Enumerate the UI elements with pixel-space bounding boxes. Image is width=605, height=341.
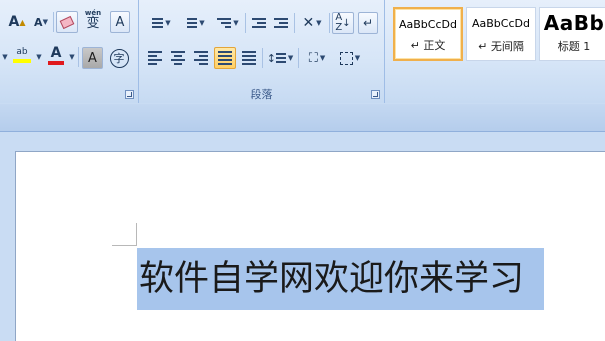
enclose-characters-button[interactable]: 字 <box>108 47 130 69</box>
style-sample: AaBbCcDd <box>472 17 530 30</box>
justify-icon <box>218 51 232 65</box>
align-right-icon <box>194 51 208 65</box>
justify-button[interactable] <box>214 47 236 69</box>
align-center-button[interactable] <box>168 47 188 69</box>
numbering-icon <box>183 18 198 28</box>
distributed-button[interactable] <box>239 47 259 69</box>
style-name: 标题 1 <box>557 40 591 53</box>
paragraph-group-label: 段落 <box>250 88 273 101</box>
margin-corner-mark <box>136 223 137 246</box>
paragraph-mark-icon: ↵ <box>362 16 374 30</box>
styles-group: AaBbCcDd ↵ 正文 AaBbCcDd ↵ 无间隔 AaBb 标题 1 <box>385 0 605 103</box>
borders-icon <box>339 51 353 65</box>
highlight-color-button[interactable]: ab <box>10 44 34 66</box>
document-page[interactable] <box>15 151 605 341</box>
font-color-dropdown[interactable]: ▼ <box>67 46 75 68</box>
style-normal[interactable]: AaBbCcDd ↵ 正文 <box>393 7 463 61</box>
chinese-layout-icon: ✕ <box>302 15 315 31</box>
phonetic-guide-button[interactable]: wén 变 <box>82 9 104 31</box>
align-left-button[interactable] <box>145 47 165 69</box>
multilevel-list-icon <box>217 18 232 28</box>
shrink-font-button[interactable]: A ▼ <box>31 11 51 33</box>
separator <box>53 12 54 32</box>
line-spacing-button[interactable]: ↕ ▼ <box>265 47 295 69</box>
style-sample: AaBb <box>543 11 605 35</box>
sort-button[interactable]: A Z ↓ <box>332 12 354 34</box>
separator <box>245 13 246 33</box>
separator <box>298 48 299 68</box>
character-shading-button[interactable]: A <box>82 47 103 69</box>
font-color-swatch <box>48 60 64 65</box>
paragraph-group: ▼ ▼ ▼ ✕ ▼ A Z ↓ ↵ ↕ ▼ ⛶ ▼ ▼ 段落 <box>139 0 385 103</box>
style-no-spacing[interactable]: AaBbCcDd ↵ 无间隔 <box>466 7 536 61</box>
increase-indent-icon <box>274 18 288 28</box>
ribbon: A ▲ A ▼ wén 变 A ▼ ab ▼ A ▼ A 字 ▼ ▼ ▼ ✕ ▼… <box>0 0 605 103</box>
style-heading-1[interactable]: AaBb 标题 1 <box>539 7 605 61</box>
bullets-button[interactable]: ▼ <box>145 12 175 34</box>
decrease-indent-button[interactable] <box>249 12 269 34</box>
multilevel-list-button[interactable]: ▼ <box>213 12 243 34</box>
margin-corner-mark <box>112 245 136 246</box>
decrease-indent-icon <box>252 18 266 28</box>
shading-button[interactable]: ⛶ ▼ <box>301 47 333 69</box>
separator <box>329 13 330 33</box>
separator <box>262 48 263 68</box>
clear-formatting-button[interactable] <box>56 11 78 33</box>
paint-bucket-icon: ⛶ <box>308 50 318 66</box>
align-center-icon <box>171 51 185 65</box>
font-color-button[interactable]: A <box>45 44 67 66</box>
chinese-layout-button[interactable]: ✕ ▼ <box>297 12 327 34</box>
highlight-swatch <box>13 58 31 63</box>
dropdown-arrow-left[interactable]: ▼ <box>0 46 8 68</box>
bullets-icon <box>149 18 164 28</box>
align-right-button[interactable] <box>191 47 211 69</box>
font-group: A ▲ A ▼ wén 变 A ▼ ab ▼ A ▼ A 字 <box>0 0 139 103</box>
style-name: ↵ 正文 <box>410 39 446 52</box>
separator <box>78 47 79 67</box>
numbering-button[interactable]: ▼ <box>179 12 209 34</box>
line-spacing-icon: ↕ <box>266 51 276 65</box>
distributed-icon <box>242 51 256 65</box>
separator <box>294 13 295 33</box>
style-name: ↵ 无间隔 <box>478 40 524 53</box>
grow-font-button[interactable]: A ▲ <box>6 11 28 33</box>
style-sample: AaBbCcDd <box>399 18 457 31</box>
character-border-button[interactable]: A <box>110 11 130 33</box>
highlight-dropdown[interactable]: ▼ <box>34 46 42 68</box>
paragraph-dialog-launcher[interactable] <box>371 90 380 99</box>
increase-indent-button[interactable] <box>271 12 291 34</box>
borders-button[interactable]: ▼ <box>335 47 365 69</box>
ruler-band <box>0 104 605 132</box>
font-dialog-launcher[interactable] <box>125 90 134 99</box>
sort-icon: AZ <box>335 12 343 33</box>
align-left-icon <box>148 51 162 65</box>
show-marks-button[interactable]: ↵ <box>358 12 378 34</box>
eraser-icon <box>59 15 75 29</box>
document-text[interactable]: 软件自学网欢迎你来学习 <box>139 256 549 302</box>
